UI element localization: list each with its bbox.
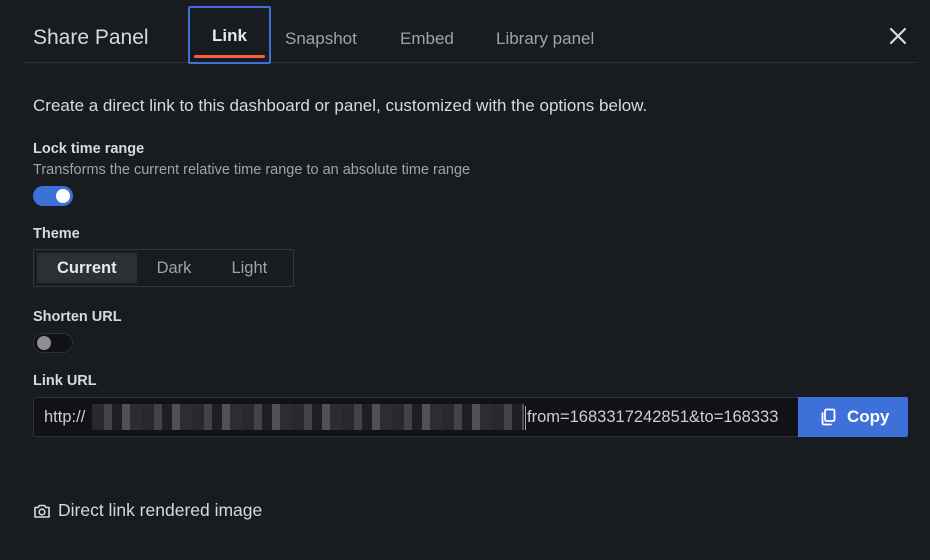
theme-option-light[interactable]: Light bbox=[211, 253, 287, 283]
lock-time-range-toggle[interactable] bbox=[33, 186, 73, 206]
theme-option-dark[interactable]: Dark bbox=[137, 253, 212, 283]
rendered-image-link-label: Direct link rendered image bbox=[58, 500, 263, 520]
url-suffix: from=1683317242851&to=168333 bbox=[527, 408, 779, 426]
lock-time-range-description: Transforms the current relative time ran… bbox=[33, 162, 471, 178]
lock-time-range-label: Lock time range bbox=[33, 141, 145, 157]
toggle-knob bbox=[56, 189, 70, 203]
tab-embed[interactable]: Embed bbox=[400, 8, 454, 66]
theme-radio-group: Current Dark Light bbox=[33, 249, 294, 287]
shorten-url-label: Shorten URL bbox=[33, 309, 122, 325]
redacted-url-segment bbox=[92, 404, 524, 430]
active-tab-underline bbox=[194, 55, 265, 58]
tab-link-label: Link bbox=[212, 26, 247, 45]
copy-button[interactable]: Copy bbox=[798, 397, 908, 437]
theme-option-current[interactable]: Current bbox=[37, 253, 137, 283]
modal-title: Share Panel bbox=[33, 26, 149, 49]
link-description: Create a direct link to this dashboard o… bbox=[33, 96, 648, 115]
close-icon[interactable] bbox=[888, 26, 908, 46]
copy-icon bbox=[821, 408, 836, 426]
link-url-input[interactable]: http:// from=1683317242851&to=168333 bbox=[33, 397, 799, 437]
tab-link[interactable]: Link bbox=[188, 6, 271, 64]
camera-icon bbox=[34, 504, 50, 518]
tab-snapshot[interactable]: Snapshot bbox=[285, 8, 357, 66]
text-cursor bbox=[525, 406, 526, 430]
modal-header: Share Panel Link Snapshot Embed Library … bbox=[24, 0, 918, 66]
shorten-url-toggle[interactable] bbox=[33, 333, 73, 353]
link-url-label: Link URL bbox=[33, 373, 97, 389]
copy-button-label: Copy bbox=[847, 407, 890, 426]
share-panel-modal: Share Panel Link Snapshot Embed Library … bbox=[0, 0, 930, 560]
toggle-knob bbox=[37, 336, 51, 350]
theme-label: Theme bbox=[33, 226, 80, 242]
url-prefix: http:// bbox=[44, 408, 86, 426]
tab-library-panel[interactable]: Library panel bbox=[496, 8, 594, 66]
